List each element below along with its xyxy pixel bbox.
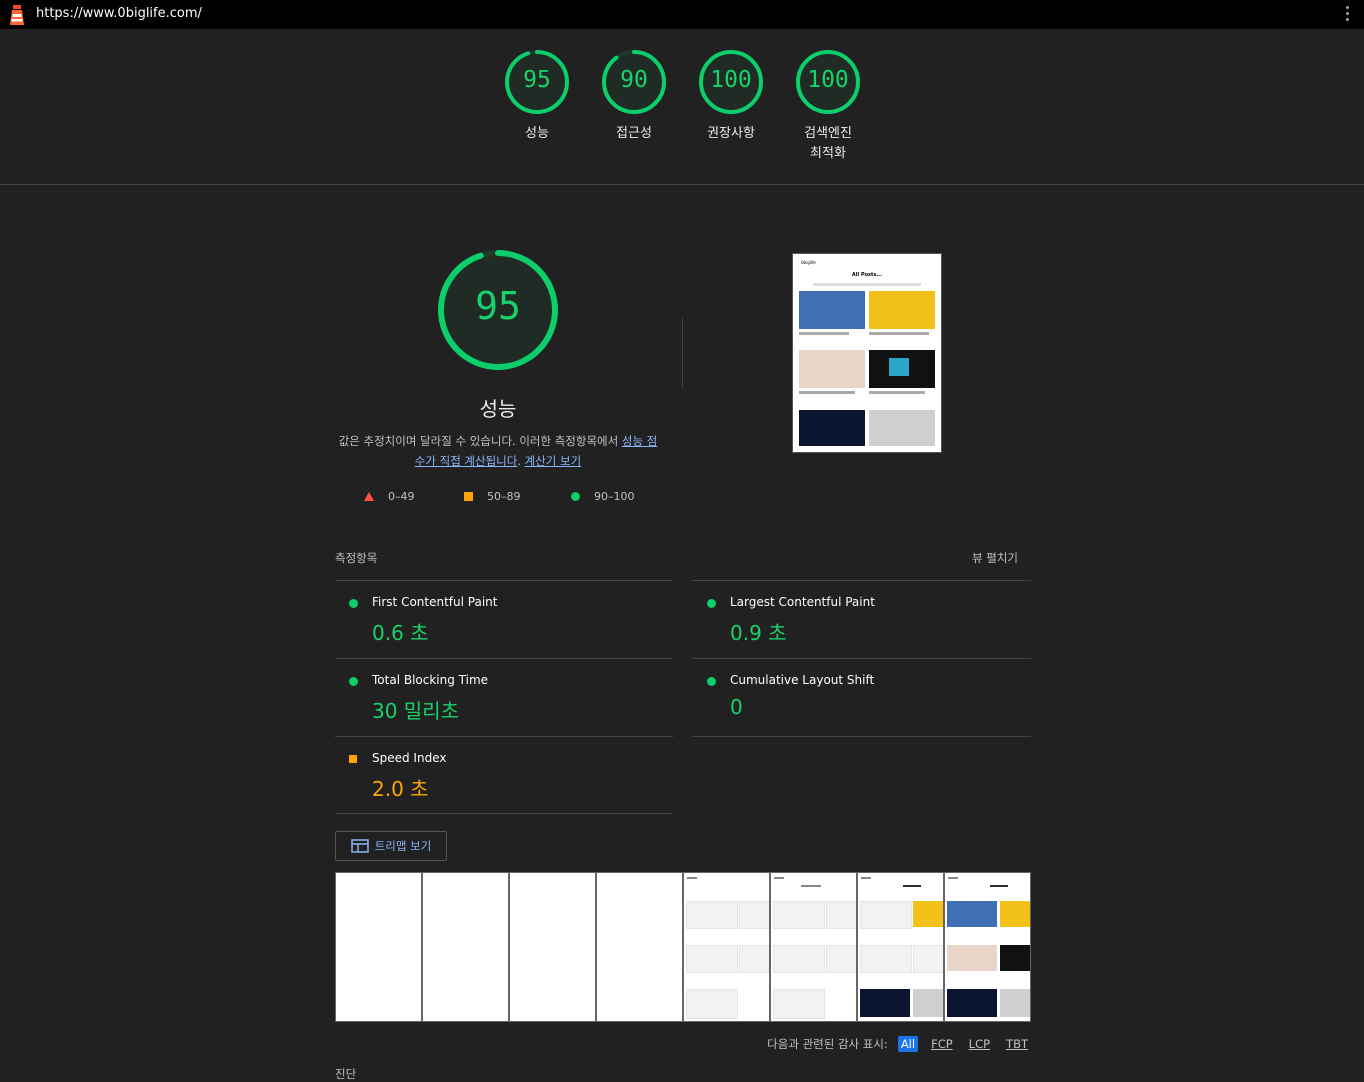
gauge-label: 권장사항 <box>707 126 755 141</box>
average-square-icon <box>349 755 357 763</box>
filmstrip-frame <box>770 872 857 1022</box>
legend-average: 50–89 <box>464 490 521 503</box>
filmstrip-frame <box>509 872 596 1022</box>
metric-name: Speed Index <box>372 751 447 765</box>
fail-triangle-icon <box>364 492 374 501</box>
gauge-accessibility[interactable]: 90 접근성 <box>584 49 684 144</box>
legend-fail: 0–49 <box>364 490 415 503</box>
metric-value: 0 <box>730 695 743 719</box>
divider <box>335 813 673 814</box>
lighthouse-logo-icon <box>10 5 24 25</box>
gauge-score: 100 <box>807 67 849 93</box>
average-square-icon <box>464 492 473 501</box>
diagnostics-heading: 진단 <box>335 1067 357 1081</box>
report-url[interactable]: https://www.0biglife.com/ <box>36 6 202 21</box>
performance-description: 값은 추정치이며 달라질 수 있습니다. 이러한 측정항목에서 성능 점수가 직… <box>334 431 662 471</box>
final-screenshot[interactable]: 0biglife All Posts... <box>792 253 942 453</box>
screenshot-thumb-detail <box>889 358 909 376</box>
gauge-label: 접근성 <box>616 126 652 141</box>
pass-circle-icon <box>349 599 358 608</box>
performance-score: 95 <box>475 284 521 328</box>
metric-grid-line <box>693 736 1031 737</box>
gauge-score: 100 <box>710 67 752 93</box>
screenshot-heading: All Posts... <box>851 272 883 278</box>
metric-cls: Cumulative Layout Shift 0 <box>693 658 1031 736</box>
screenshot-thumb <box>869 291 935 329</box>
metric-value: 30 밀리초 <box>372 699 460 723</box>
screenshot-site-name: 0biglife <box>801 260 816 265</box>
metric-name: Largest Contentful Paint <box>730 595 875 609</box>
filmstrip-frame <box>944 872 1031 1022</box>
filmstrip-frame <box>422 872 509 1022</box>
filmstrip-frame <box>857 872 944 1022</box>
metric-lcp: Largest Contentful Paint 0.9 초 <box>693 580 1031 658</box>
view-treemap-button[interactable]: 트리맵 보기 <box>335 831 447 861</box>
treemap-icon <box>350 839 369 853</box>
screenshot-text <box>869 391 925 394</box>
metric-name: Cumulative Layout Shift <box>730 673 875 687</box>
metric-name: First Contentful Paint <box>372 595 498 609</box>
description-text: 값은 추정치이며 달라질 수 있습니다. 이러한 측정항목에서 <box>338 434 622 448</box>
screenshot-thumb <box>799 291 865 329</box>
legend-pass: 90–100 <box>571 490 635 503</box>
screenshot-thumb <box>799 410 865 446</box>
pass-circle-icon <box>571 492 580 501</box>
audit-filter: 다음과 관련된 감사 표시: All FCP LCP TBT <box>767 1036 1031 1052</box>
screenshot-tags <box>813 283 921 286</box>
gauge-label: 성능 <box>525 126 549 141</box>
filter-chip-fcp[interactable]: FCP <box>928 1036 956 1052</box>
filter-chip-all[interactable]: All <box>897 1036 919 1052</box>
gauge-label-line: 검색엔진 <box>804 126 852 141</box>
pass-circle-icon <box>707 677 716 686</box>
expand-view-toggle[interactable]: 뷰 펼치기 <box>972 550 1018 566</box>
gauge-best-practices[interactable]: 100 권장사항 <box>681 49 781 144</box>
screenshot-text <box>799 332 849 335</box>
metric-tbt: Total Blocking Time 30 밀리초 <box>335 658 673 736</box>
pass-circle-icon <box>349 677 358 686</box>
metric-speed-index: Speed Index 2.0 초 <box>335 736 673 814</box>
pass-circle-icon <box>707 599 716 608</box>
treemap-label: 트리맵 보기 <box>374 839 432 853</box>
gauge-seo[interactable]: 100 검색엔진 최적화 <box>778 49 878 164</box>
filmstrip-frame <box>335 872 422 1022</box>
gauge-score: 90 <box>620 67 648 93</box>
metric-name: Total Blocking Time <box>372 673 489 687</box>
filmstrip <box>335 872 1031 1022</box>
report-topbar: https://www.0biglife.com/ <box>0 0 1364 29</box>
filter-chip-tbt[interactable]: TBT <box>1003 1036 1031 1052</box>
legend-average-range: 50–89 <box>487 490 521 503</box>
calculator-link[interactable]: 계산기 보기 <box>525 454 582 468</box>
filmstrip-frame <box>683 872 770 1022</box>
performance-title: 성능 <box>479 397 517 421</box>
screenshot-thumb <box>869 410 935 446</box>
legend-fail-range: 0–49 <box>388 490 415 503</box>
metric-fcp: First Contentful Paint 0.6 초 <box>335 580 673 658</box>
screenshot-text <box>869 332 929 335</box>
category-gauges: 95 성능 90 접근성 100 권장사항 100 검색엔진 최적화 <box>0 29 1364 185</box>
gauge-label: 검색엔진 최적화 <box>778 124 878 164</box>
legend-pass-range: 90–100 <box>594 490 635 503</box>
metric-value: 0.9 초 <box>730 621 787 645</box>
gauge-label-line: 최적화 <box>810 146 846 161</box>
divider <box>682 318 683 388</box>
metrics-title: 측정항목 <box>335 551 378 565</box>
metric-value: 2.0 초 <box>372 777 429 801</box>
screenshot-thumb <box>799 350 865 388</box>
filmstrip-frame <box>596 872 683 1022</box>
description-sep: . <box>517 454 525 468</box>
metric-value: 0.6 초 <box>372 621 429 645</box>
more-menu-icon[interactable] <box>1344 6 1350 22</box>
gauge-performance[interactable]: 95 성능 <box>487 49 587 144</box>
gauge-score: 95 <box>523 67 551 93</box>
screenshot-text <box>799 391 855 394</box>
filter-label: 다음과 관련된 감사 표시: <box>767 1037 888 1051</box>
filter-chip-lcp[interactable]: LCP <box>966 1036 993 1052</box>
